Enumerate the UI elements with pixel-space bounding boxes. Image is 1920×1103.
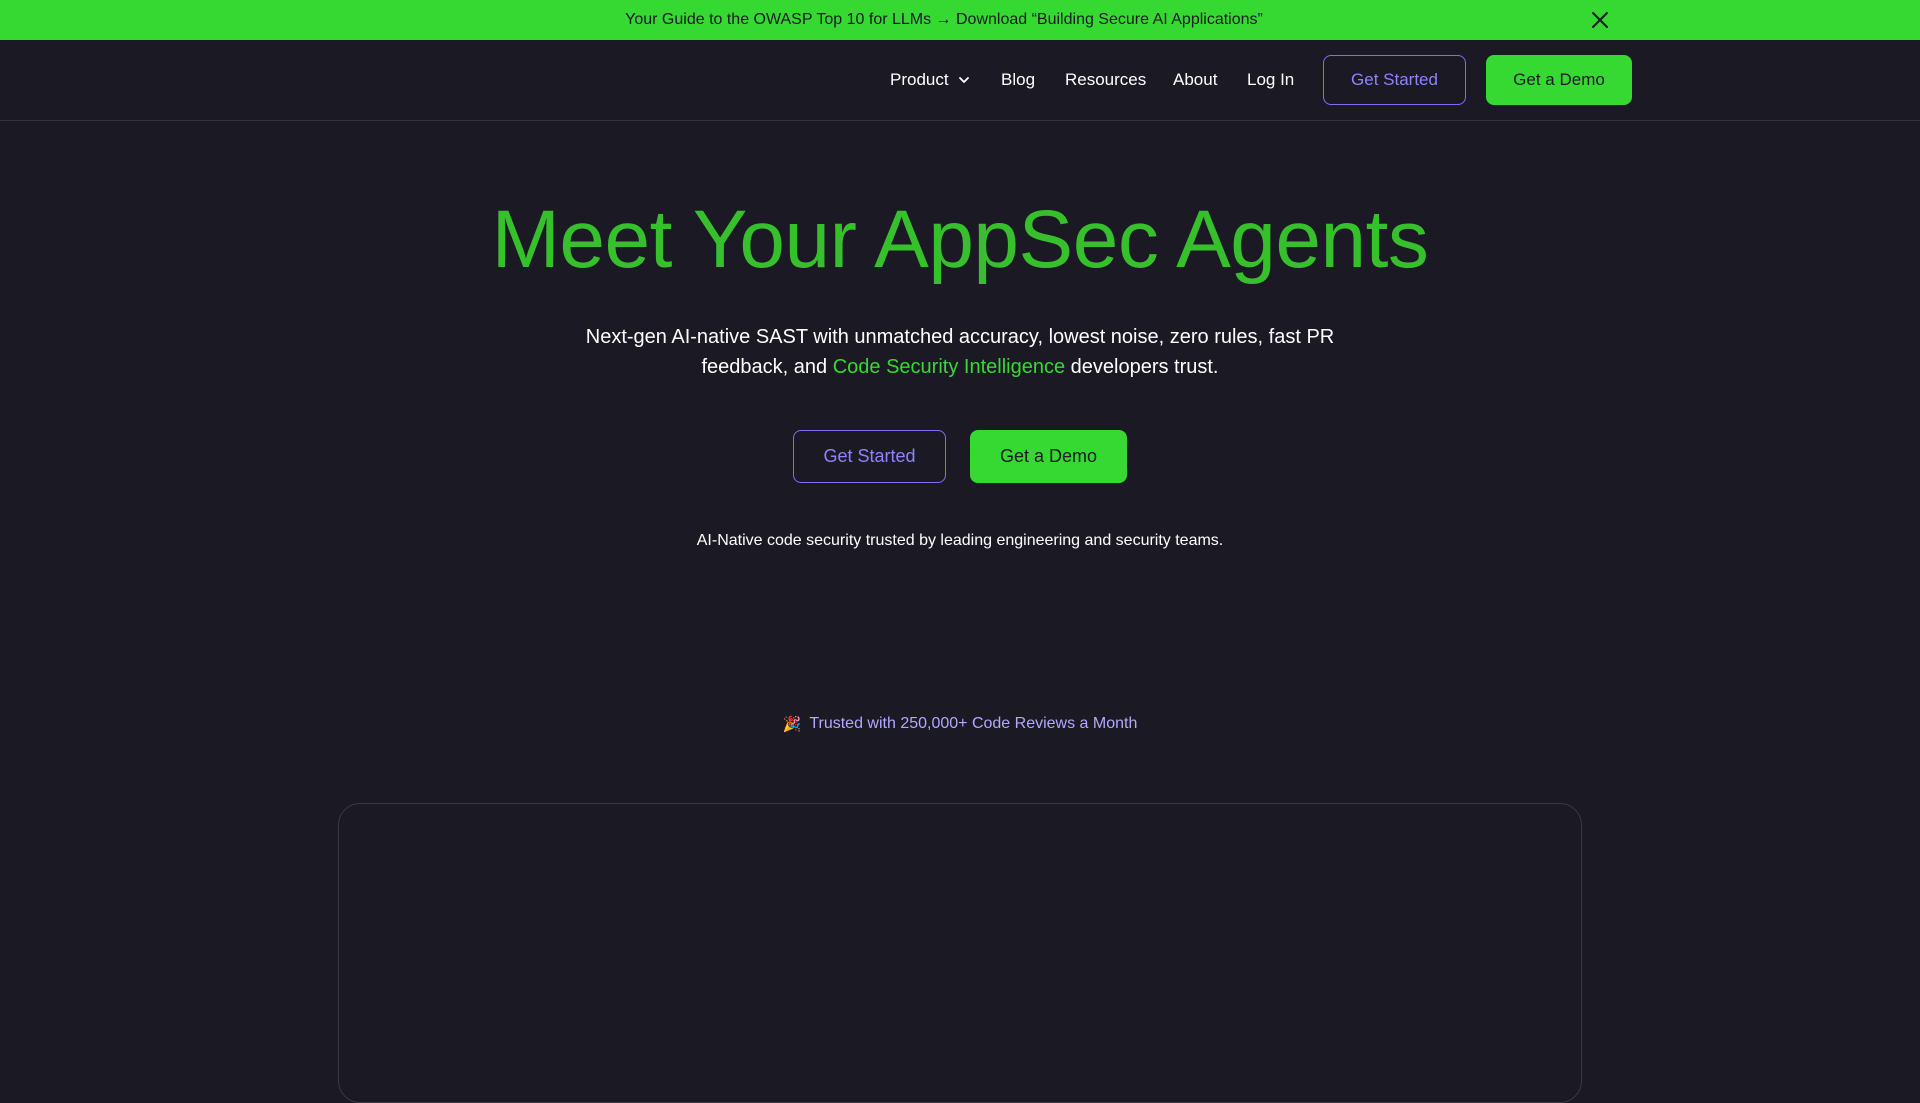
hero-title: Meet Your AppSec Agents bbox=[491, 194, 1429, 285]
nav-item-product[interactable]: Product bbox=[890, 40, 971, 120]
hero-get-started-button[interactable]: Get Started bbox=[793, 430, 946, 483]
hero-subtitle-text-end: developers trust. bbox=[1065, 356, 1219, 378]
nav-item-login[interactable]: Log In bbox=[1247, 40, 1294, 120]
nav-item-resources[interactable]: Resources bbox=[1065, 40, 1146, 120]
party-popper-icon: 🎉 bbox=[782, 716, 802, 733]
hero-get-demo-button[interactable]: Get a Demo bbox=[970, 430, 1127, 483]
reviews-text: Trusted with 250,000+ Code Reviews a Mon… bbox=[809, 715, 1138, 732]
nav-item-blog[interactable]: Blog bbox=[1001, 40, 1035, 120]
nav-get-started-button[interactable]: Get Started bbox=[1323, 55, 1466, 105]
announcement-bar: Your Guide to the OWASP Top 10 for LLMs … bbox=[0, 0, 1920, 40]
nav-item-about[interactable]: About bbox=[1173, 40, 1217, 120]
top-nav: Product Blog Resources About Log In Get … bbox=[0, 40, 1920, 121]
nav-get-demo-button[interactable]: Get a Demo bbox=[1486, 55, 1632, 105]
close-icon[interactable] bbox=[1588, 8, 1612, 32]
nav-item-label: Product bbox=[890, 70, 949, 89]
product-preview-panel bbox=[338, 803, 1582, 1103]
reviews-badge: 🎉 Trusted with 250,000+ Code Reviews a M… bbox=[0, 715, 1920, 733]
hero-subtitle: Next-gen AI-native SAST with unmatched a… bbox=[560, 322, 1360, 382]
code-security-intelligence-link[interactable]: Code Security Intelligence bbox=[833, 356, 1065, 378]
chevron-down-icon bbox=[957, 73, 971, 87]
trust-statement: AI-Native code security trusted by leadi… bbox=[696, 532, 1224, 549]
